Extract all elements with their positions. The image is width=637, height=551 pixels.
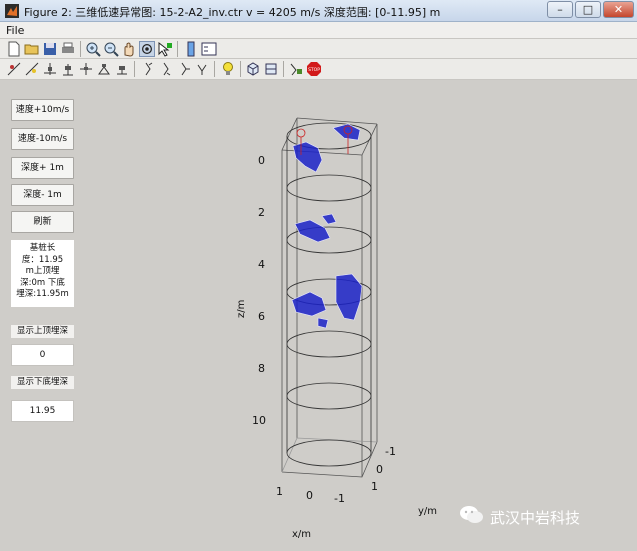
x-axis-label: x/m xyxy=(292,529,311,540)
camera-tool-icon[interactable] xyxy=(288,61,304,77)
x-tick-label: 0 xyxy=(306,489,313,502)
colorbar-icon[interactable] xyxy=(183,41,199,57)
x-tick-label: -1 xyxy=(334,492,345,505)
anomaly-top xyxy=(292,123,361,173)
close-button[interactable]: ✕ xyxy=(603,1,634,18)
zoom-out-icon[interactable] xyxy=(103,41,119,57)
cube-icon[interactable] xyxy=(245,61,261,77)
rotate-3d-icon[interactable] xyxy=(139,41,155,57)
save-icon[interactable] xyxy=(42,41,58,57)
new-file-icon[interactable] xyxy=(6,41,22,57)
data-cursor-icon[interactable] xyxy=(157,41,173,57)
z-tick-label: 8 xyxy=(258,362,265,375)
cube-open-icon[interactable] xyxy=(263,61,279,77)
z-tick-label: 6 xyxy=(258,310,265,323)
x-tick-label: 1 xyxy=(276,485,283,498)
axes-box xyxy=(281,117,378,478)
minimize-button[interactable]: – xyxy=(547,1,573,18)
pile-3d-plot[interactable]: 0 2 4 6 8 10 z/m 1 0 -1 x/m -1 0 1 y/m xyxy=(0,80,637,551)
orbit-camera-icon[interactable] xyxy=(6,61,22,77)
camera-toolbar: STOP xyxy=(0,59,637,80)
bulb-icon[interactable] xyxy=(220,61,236,77)
axis-y-icon[interactable] xyxy=(158,61,174,77)
z-tick-label: 0 xyxy=(258,154,265,167)
svg-text:STOP: STOP xyxy=(308,67,320,73)
figure-canvas: 速度+10m/s 速度-10m/s 深度+ 1m 深度- 1m 刷新 基桩长 度… xyxy=(0,80,637,551)
y-axis: -1 0 1 y/m xyxy=(371,445,437,517)
toolbar-separator xyxy=(240,61,241,77)
toolbar-separator xyxy=(214,61,215,77)
anomaly-blob xyxy=(294,219,331,243)
y-axis-label: y/m xyxy=(418,506,437,517)
figure-toolbar xyxy=(0,39,637,59)
print-icon[interactable] xyxy=(60,41,76,57)
pan-icon[interactable] xyxy=(121,41,137,57)
z-tick-label: 4 xyxy=(258,258,265,271)
anomaly-blob xyxy=(321,213,337,225)
y-tick-label: -1 xyxy=(385,445,396,458)
window-title: Figure 2: 三维低速异常图: 15-2-A2_inv.ctr v = 4… xyxy=(24,6,441,19)
roll-camera-icon[interactable] xyxy=(114,61,130,77)
anomaly-middle xyxy=(294,213,337,243)
watermark-text: 武汉中岩科技 xyxy=(490,509,581,527)
stop-icon[interactable]: STOP xyxy=(306,61,322,77)
axis-x-icon[interactable] xyxy=(140,61,156,77)
menu-file[interactable]: File xyxy=(6,24,24,37)
zoom-camera-icon[interactable] xyxy=(96,61,112,77)
toolbar-separator xyxy=(134,61,135,77)
open-folder-icon[interactable] xyxy=(24,41,40,57)
z-tick-label: 10 xyxy=(252,414,266,427)
toolbar-separator xyxy=(283,61,284,77)
window-titlebar: Figure 2: 三维低速异常图: 15-2-A2_inv.ctr v = 4… xyxy=(0,0,637,22)
anomaly-blob xyxy=(317,317,329,329)
legend-icon[interactable] xyxy=(201,41,217,57)
toolbar-separator xyxy=(80,41,81,57)
move-camera-icon[interactable] xyxy=(78,61,94,77)
y-tick-label: 0 xyxy=(376,463,383,476)
z-axis: 0 2 4 6 8 10 z/m xyxy=(236,154,266,427)
zoom-in-icon[interactable] xyxy=(85,41,101,57)
y-tick-label: 1 xyxy=(371,480,378,493)
x-axis: 1 0 -1 x/m xyxy=(276,485,345,540)
anomaly-blob xyxy=(335,273,363,321)
toolbar-separator xyxy=(177,41,178,57)
orbit-light-icon[interactable] xyxy=(24,61,40,77)
wechat-logo-icon xyxy=(460,506,483,523)
pan-camera-icon[interactable] xyxy=(42,61,58,77)
axis-z-icon[interactable] xyxy=(176,61,192,77)
z-tick-label: 2 xyxy=(258,206,265,219)
maximize-button[interactable]: □ xyxy=(575,1,601,18)
dolly-camera-icon[interactable] xyxy=(60,61,76,77)
matlab-logo-icon xyxy=(5,4,19,18)
axis-none-icon[interactable] xyxy=(194,61,210,77)
menu-bar: File xyxy=(0,22,637,39)
z-axis-label: z/m xyxy=(236,300,247,318)
